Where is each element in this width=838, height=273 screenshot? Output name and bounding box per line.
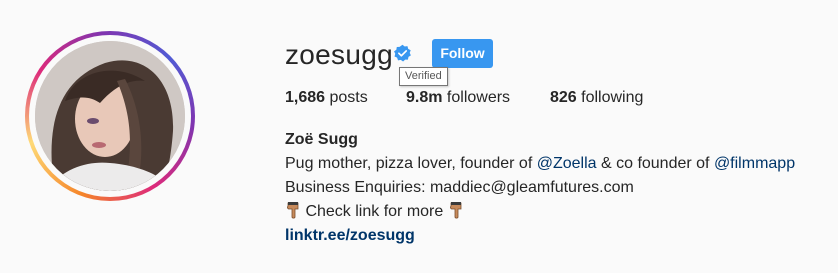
verified-badge-icon bbox=[394, 44, 411, 62]
avatar[interactable] bbox=[35, 41, 185, 191]
avatar-photo bbox=[35, 41, 185, 191]
story-ring[interactable] bbox=[25, 31, 195, 201]
bio-text-3: Check link for more bbox=[301, 203, 448, 220]
bio-text-1b: & co founder of bbox=[596, 155, 714, 172]
external-link[interactable]: linktr.ee/zoesugg bbox=[285, 224, 795, 248]
verified-tooltip: Verified bbox=[399, 67, 448, 86]
posts-stat[interactable]: 1,686 posts bbox=[285, 88, 368, 108]
posts-label: posts bbox=[325, 89, 368, 106]
following-stat[interactable]: 826 following bbox=[550, 88, 643, 108]
bio-line-1: Pug mother, pizza lover, founder of @Zoe… bbox=[285, 152, 795, 176]
full-name: Zoë Sugg bbox=[285, 131, 358, 148]
followers-label: followers bbox=[442, 89, 511, 106]
following-count: 826 bbox=[550, 89, 577, 106]
posts-count: 1,686 bbox=[285, 89, 326, 106]
followers-stat[interactable]: 9.8m followers bbox=[406, 88, 510, 108]
bio-line-2: Business Enquiries: maddiec@gleamfutures… bbox=[285, 179, 634, 196]
hand-pointing-down-icon bbox=[449, 202, 462, 219]
bio-line-3: Check link for more bbox=[285, 200, 795, 224]
profile-header: zoesugg Follow Verified 1,686 posts 9.8m… bbox=[0, 0, 838, 273]
profile-bio: Zoë Sugg Pug mother, pizza lover, founde… bbox=[285, 128, 795, 248]
mention-zoella-link[interactable]: @Zoella bbox=[537, 155, 597, 172]
bio-text-1a: Pug mother, pizza lover, founder of bbox=[285, 155, 537, 172]
mention-filmmapp-link[interactable]: @filmmapp bbox=[714, 155, 795, 172]
follow-button[interactable]: Follow bbox=[432, 39, 493, 68]
followers-count: 9.8m bbox=[406, 89, 443, 106]
following-label: following bbox=[576, 89, 644, 106]
hand-pointing-down-icon bbox=[287, 202, 299, 219]
username: zoesugg bbox=[285, 39, 393, 70]
